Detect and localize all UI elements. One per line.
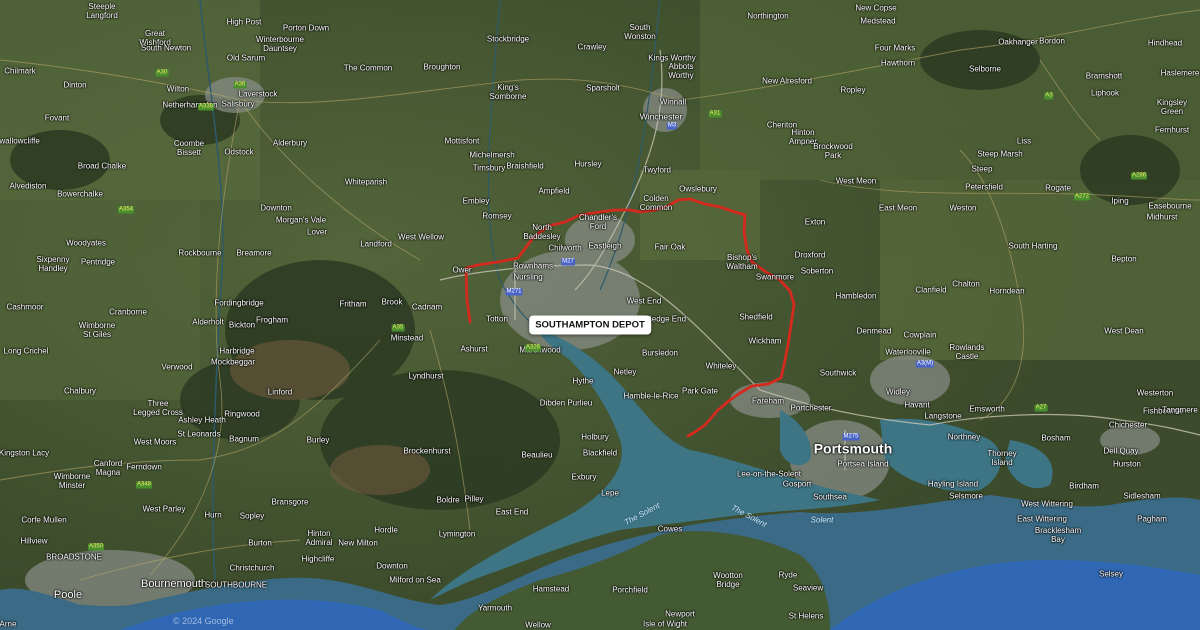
satellite-map[interactable]: Steeple Langford Great Wishford South Ne… [0,0,1200,630]
map-copyright: © 2024 Google [173,616,234,626]
depot-marker-label[interactable]: SOUTHAMPTON DEPOT [529,315,651,335]
